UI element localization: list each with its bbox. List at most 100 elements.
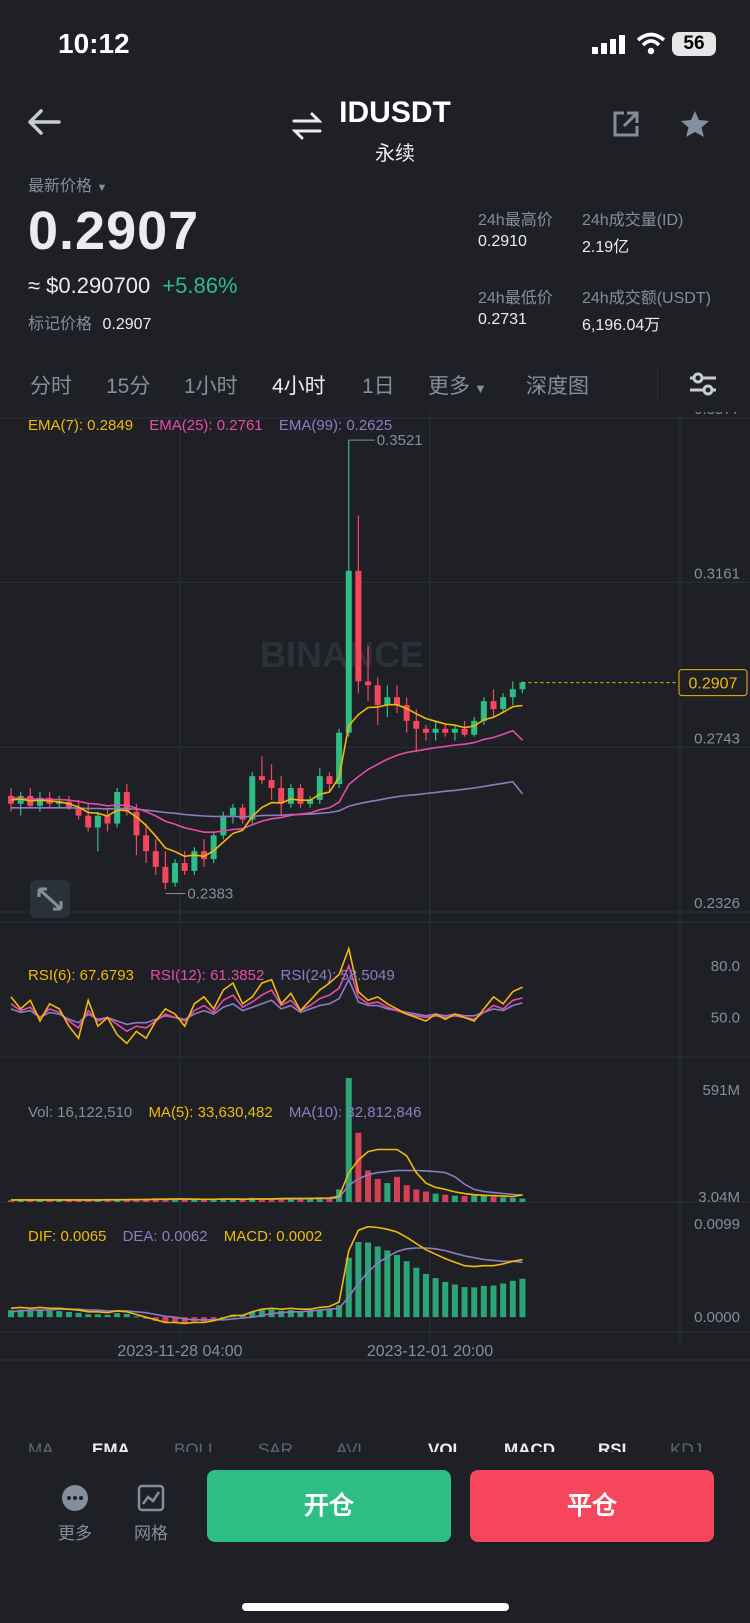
macd-bar: [519, 1278, 526, 1318]
close-position-button[interactable]: 平仓: [470, 1470, 714, 1542]
macd-bar: [27, 1310, 34, 1318]
more-dots-icon: [62, 1485, 88, 1511]
tab-15m[interactable]: 15分: [106, 370, 150, 400]
price-axis-label: 0.2743: [694, 730, 740, 747]
macd-bar: [471, 1287, 478, 1318]
dif-label: DIF: 0.0065: [28, 1228, 107, 1245]
expand-icon[interactable]: [30, 880, 70, 918]
candle-body: [326, 776, 333, 785]
candle-body: [451, 728, 458, 733]
candle-body: [519, 682, 526, 690]
candle-body: [345, 570, 352, 733]
tab-4h[interactable]: 4小时: [272, 370, 326, 400]
price-axis-label: 0.3577: [694, 412, 740, 418]
tab-more-label: 更多: [428, 375, 470, 398]
grid-button[interactable]: 网格: [132, 1484, 170, 1544]
macd-bar: [36, 1309, 43, 1318]
candle-body: [258, 776, 265, 781]
candle-body: [365, 681, 372, 686]
vol-label: Vol: 16,122,510: [28, 1104, 133, 1121]
ema99-label: EMA(99): 0.2625: [278, 417, 393, 434]
price-usd-row: ≈ $0.290700 +5.86%: [28, 273, 238, 299]
ema25-label: EMA(25): 0.2761: [149, 417, 263, 434]
macd-bar: [461, 1287, 468, 1318]
rsi24-label: RSI(24): 58.5049: [280, 967, 395, 984]
macd-bar: [403, 1261, 410, 1318]
battery-indicator: 56: [672, 32, 716, 56]
volume-bar: [394, 1176, 400, 1202]
macd-axis-label: 0.0099: [694, 1216, 740, 1233]
ema-legend: EMA(7): 0.2849 EMA(25): 0.2761 EMA(99): …: [28, 417, 392, 434]
tab-1d[interactable]: 1日: [362, 370, 395, 400]
grid-chart-icon: [137, 1484, 165, 1512]
price-usd: ≈ $0.290700: [28, 273, 151, 298]
candle-body: [355, 570, 362, 682]
vol-ma5-line: [11, 1148, 523, 1201]
tab-1h[interactable]: 1小时: [184, 370, 238, 400]
volume-bar: [509, 1197, 516, 1202]
tab-depth[interactable]: 深度图: [526, 370, 589, 400]
open-position-button[interactable]: 开仓: [207, 1470, 451, 1542]
tab-more[interactable]: 更多 ▼: [428, 370, 487, 400]
macd-bar: [394, 1254, 400, 1318]
volume-bar: [471, 1195, 478, 1202]
volume-bar: [422, 1191, 429, 1202]
macd-bar: [442, 1281, 449, 1318]
macd-bar: [56, 1311, 63, 1318]
caret-down-icon: ▼: [96, 182, 108, 194]
vol-axis-label: 3.04M: [698, 1189, 740, 1206]
volume-legend: Vol: 16,122,510 MA(5): 33,630,482 MA(10)…: [28, 1104, 421, 1121]
high-label: 24h最高价: [478, 212, 553, 229]
settings-sliders-icon[interactable]: [688, 370, 718, 403]
price-axis-label: 0.2326: [694, 895, 740, 912]
macd-bar: [123, 1314, 130, 1318]
date-label: 2023-11-28 04:00: [117, 1343, 242, 1360]
macd-bar: [413, 1267, 420, 1318]
turnover-label: 24h成交额(USDT): [582, 290, 711, 307]
more-button[interactable]: 更多: [58, 1484, 92, 1544]
rsi-legend: RSI(6): 67.6793 RSI(12): 61.3852 RSI(24)…: [28, 967, 395, 984]
macd-bar: [104, 1314, 111, 1318]
macd-bar: [85, 1314, 92, 1318]
volume-bar: [480, 1195, 487, 1202]
rsi6-label: RSI(6): 67.6793: [28, 967, 134, 984]
candle-body: [268, 780, 275, 789]
candle-body: [442, 728, 449, 733]
latest-price-label-text: 最新价格: [28, 178, 93, 195]
tab-time[interactable]: 分时: [30, 370, 72, 400]
candle-body: [509, 689, 516, 698]
last-price: 0.2907: [28, 201, 200, 261]
macd-axis-label: 0.0000: [694, 1309, 740, 1326]
candle-body: [143, 835, 150, 852]
tab-divider: [657, 368, 658, 402]
more-label: 更多: [58, 1524, 92, 1543]
macd-bar: [114, 1313, 121, 1318]
rsi-axis-label: 80.0: [711, 958, 740, 975]
candle-body: [384, 697, 391, 706]
macd-label: MACD: 0.0002: [223, 1228, 323, 1245]
macd-bar: [65, 1311, 72, 1318]
candle-body: [490, 701, 497, 710]
macd-bar: [326, 1309, 333, 1318]
candle-body: [297, 788, 304, 804]
macd-bar: [384, 1250, 391, 1318]
high-mark-label: 0.3521: [377, 432, 423, 449]
macd-bar: [500, 1283, 507, 1318]
macd-bar: [480, 1285, 487, 1318]
candle-body: [152, 851, 159, 867]
latest-price-label[interactable]: 最新价格 ▼: [28, 172, 107, 196]
mark-price-label: 标记价格: [28, 316, 93, 333]
macd-bar: [490, 1285, 497, 1318]
candle-body: [220, 815, 227, 836]
low-value: 0.2731: [478, 311, 527, 328]
ema7-label: EMA(7): 0.2849: [28, 417, 134, 434]
current-price-label: 0.2907: [689, 676, 738, 693]
high-value: 0.2910: [478, 233, 527, 250]
candle-body: [461, 728, 468, 735]
bottom-bar: 更多 网格 开仓 平仓: [0, 1452, 750, 1623]
kline-chart[interactable]: BINANCE 0.3577 0.3161 0.2743 0.2326 0.2907 0.…: [0, 412, 750, 1422]
price-change: +5.86%: [162, 273, 238, 298]
favorite-star-icon[interactable]: [680, 110, 710, 143]
caret-down-icon: ▼: [474, 381, 487, 396]
share-icon[interactable]: [612, 110, 640, 143]
